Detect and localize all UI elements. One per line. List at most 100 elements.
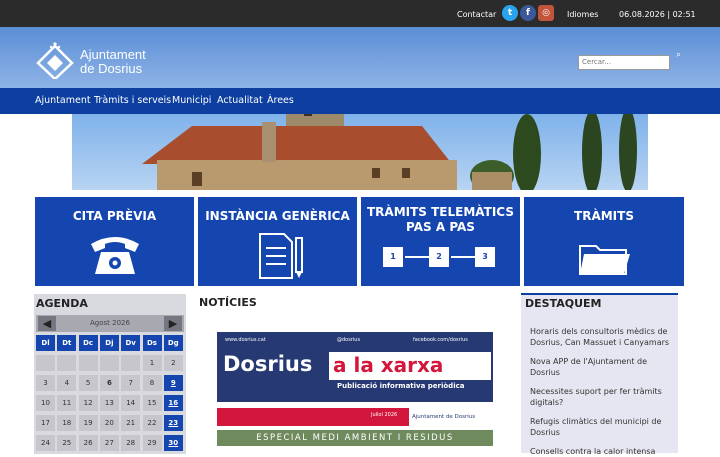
agenda-title: AGENDA [36, 297, 88, 310]
news-image-facebook: facebook.com/dosrius [413, 337, 468, 343]
tile-tramits-label: TRÀMITS [574, 209, 634, 223]
tile-cita-previa[interactable]: CITA PRÈVIA [35, 197, 194, 286]
calendar-day[interactable]: 25 [57, 435, 77, 451]
step-box: 2 [429, 247, 449, 267]
town-logo-icon[interactable] [36, 41, 74, 79]
calendar-day[interactable]: 27 [99, 435, 119, 451]
logo-line-1: Ajuntament [80, 47, 146, 62]
calendar-month: Agost 2026 [90, 319, 130, 327]
calendar-day[interactable]: 14 [121, 395, 141, 411]
steps-diagram: 1 2 3 [361, 243, 520, 283]
search-input[interactable] [578, 54, 670, 70]
highlight-link[interactable]: Horaris dels consultoris mèdics de Dosri… [530, 326, 673, 348]
hero-photo [72, 114, 648, 190]
news-image-headline-a: Dosrius [223, 352, 313, 376]
calendar-day[interactable]: 28 [121, 435, 141, 451]
calendar-day[interactable]: 3 [36, 375, 55, 391]
tile-instancia-generica[interactable]: INSTÀNCIA GENÈRICA [198, 197, 357, 286]
calendar-day[interactable]: 22 [142, 415, 162, 431]
news-image-headline-b: a la xarxa [329, 352, 491, 380]
calendar-empty-cell [121, 355, 141, 371]
calendar-day[interactable]: 6 [99, 375, 119, 391]
news-image-banner: ESPECIAL MEDI AMBIENT I RESIDUS [217, 430, 493, 446]
calendar-empty-cell [99, 355, 119, 371]
calendar-day[interactable]: 15 [142, 395, 162, 411]
calendar-day[interactable]: 18 [57, 415, 77, 431]
calendar-day[interactable]: 17 [36, 415, 55, 431]
calendar-day[interactable]: 13 [99, 395, 119, 411]
prev-month-button[interactable]: ◀ [38, 316, 56, 331]
nav-item-actualitat[interactable]: Actualitat [217, 95, 263, 106]
step-arrow-icon [405, 256, 429, 258]
calendar-day[interactable]: 24 [36, 435, 55, 451]
next-month-button[interactable]: ▶ [164, 316, 182, 331]
highlight-link[interactable]: Necessites suport per fer tràmits digita… [530, 386, 673, 408]
highlight-link[interactable]: Refugis climàtics del municipi de Dosriu… [530, 416, 673, 438]
calendar-day[interactable]: 12 [78, 395, 98, 411]
agenda-widget: AGENDA Agost 2026 ◀ ▶ Dl Dt Dc Dj Dv Ds Dg 1 2 3 4… [34, 294, 186, 454]
weekday-header: Dl [36, 335, 55, 351]
nav-item-arees[interactable]: Àrees [267, 95, 294, 106]
tile-tramits-telematics[interactable]: TRÀMITS TELEMÀTICS PAS A PAS 1 2 3 [361, 197, 520, 286]
tile-telematics-label: TRÀMITS TELEMÀTICS PAS A PAS [367, 205, 514, 234]
calendar-day[interactable]: 20 [99, 415, 119, 431]
calendar-event-day[interactable]: 23 [163, 415, 183, 431]
weekday-header: Dt [57, 335, 77, 351]
calendar-empty-cell [78, 355, 98, 371]
calendar-day[interactable]: 2 [163, 355, 183, 371]
logo-line-2: de Dosrius [80, 61, 143, 76]
calendar-day[interactable]: 19 [78, 415, 98, 431]
site-header: Ajuntament de Dosrius ⌕ [0, 27, 720, 89]
news-section-title: NOTÍCIES [199, 296, 257, 309]
highlight-link[interactable]: Consells contra la calor intensa [530, 446, 673, 457]
calendar-day[interactable]: 21 [121, 415, 141, 431]
languages-menu[interactable]: Idiomes [567, 10, 598, 19]
calendar-empty-cell [57, 355, 77, 371]
news-image-date: Juliol 2026 [371, 412, 398, 418]
calendar-day[interactable]: 4 [57, 375, 77, 391]
calendar-day[interactable]: 7 [121, 375, 141, 391]
contact-link[interactable]: Contactar [457, 10, 496, 19]
town-logo-text[interactable]: Ajuntament de Dosrius [80, 48, 146, 76]
current-datetime: 06.08.2026 | 02:51 [619, 10, 696, 19]
calendar-event-day[interactable]: 30 [163, 435, 183, 451]
instagram-icon[interactable]: ◎ [538, 5, 554, 21]
highlights-panel: DESTAQUEM Horaris dels consultoris mèdic… [521, 293, 678, 456]
nav-item-tramits[interactable]: Tràmits i serveis [94, 95, 171, 106]
calendar-day[interactable]: 1 [142, 355, 162, 371]
tile-instancia-label: INSTÀNCIA GENÈRICA [205, 209, 350, 223]
calendar-day[interactable]: 8 [142, 375, 162, 391]
highlight-link[interactable]: Nova APP de l'Ajuntament de Dosrius [530, 356, 673, 378]
search-icon[interactable]: ⌕ [676, 50, 681, 60]
top-bar: Contactar t f ◎ Idiomes 06.08.2026 | 02:… [0, 0, 720, 27]
telephone-icon [90, 237, 139, 274]
tile-tramits[interactable]: TRÀMITS [524, 197, 684, 286]
twitter-icon[interactable]: t [502, 5, 518, 21]
calendar-day[interactable]: 11 [57, 395, 77, 411]
calendar-day[interactable]: 26 [78, 435, 98, 451]
step-box: 3 [475, 247, 495, 267]
weekday-header: Dc [78, 335, 98, 351]
folder-icon [579, 245, 630, 275]
step-arrow-icon [451, 256, 475, 258]
step-box: 1 [383, 247, 403, 267]
calendar-empty-cell [36, 355, 55, 371]
calendar-day[interactable]: 5 [78, 375, 98, 391]
calendar-header: Agost 2026 ◀ ▶ [36, 315, 184, 332]
nav-item-ajuntament[interactable]: Ajuntament [35, 95, 91, 106]
nav-item-municipi[interactable]: Municipi [172, 95, 211, 106]
facebook-icon[interactable]: f [520, 5, 536, 21]
news-image-url: www.dosrius.cat [225, 337, 266, 343]
calendar-day[interactable]: 10 [36, 395, 55, 411]
weekday-header: Ds [142, 335, 162, 351]
calendar-event-day[interactable]: 9 [163, 375, 183, 391]
castle-photo-image [142, 114, 637, 190]
calendar-day[interactable]: 29 [142, 435, 162, 451]
highlights-title: DESTAQUEM [525, 297, 602, 310]
weekday-header: Dj [99, 335, 119, 351]
calendar-event-day[interactable]: 16 [163, 395, 183, 411]
news-image-org: Ajuntament de Dosrius [409, 408, 493, 426]
news-image-handle: @dosrius [337, 337, 361, 343]
news-featured-image[interactable]: www.dosrius.cat @dosrius facebook.com/do… [217, 332, 493, 450]
main-nav: Ajuntament Tràmits i serveis Municipi Ac… [0, 88, 720, 114]
